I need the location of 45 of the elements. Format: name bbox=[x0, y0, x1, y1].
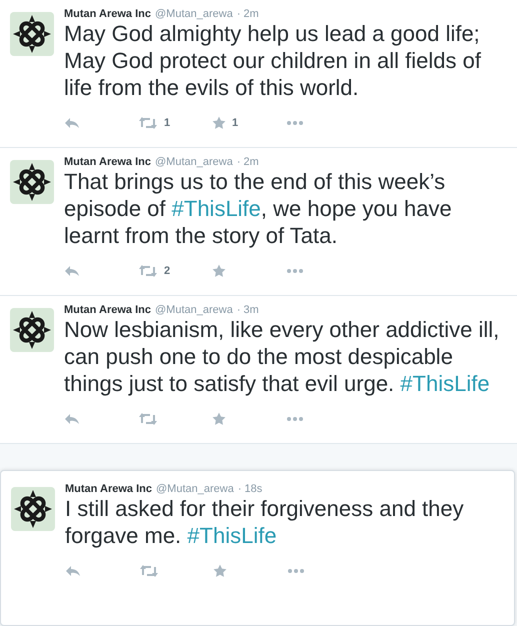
retweet-count: 2 bbox=[164, 265, 170, 277]
tweet-time[interactable]: · 18s bbox=[238, 483, 262, 495]
reply-icon bbox=[65, 565, 81, 577]
retweet-count: 1 bbox=[164, 117, 170, 129]
tweet-time[interactable]: · 3m bbox=[236, 304, 259, 316]
author-handle[interactable]: @Mutan_arewa bbox=[155, 304, 233, 316]
favorite-count: 1 bbox=[232, 117, 238, 129]
star-icon bbox=[212, 116, 226, 130]
author-handle[interactable]: @Mutan_arewa bbox=[156, 483, 234, 495]
favorite-button[interactable]: 1 bbox=[212, 116, 286, 130]
author-name[interactable]: Mutan Arewa Inc bbox=[64, 8, 151, 20]
avatar-logo-icon[interactable] bbox=[10, 12, 54, 56]
hashtag-link[interactable]: #ThisLife bbox=[400, 371, 490, 396]
retweet-icon bbox=[138, 117, 158, 129]
tweet-text: Now lesbianism, like every other addictive ill, can push one to do the most despicable things just to satisfy that evil urge. #ThisLife bbox=[64, 316, 500, 397]
tweet-text: May God almighty help us lead a good life; May God protect our children in all fields of life from the evils of this world. bbox=[64, 20, 482, 101]
avatar-logo-icon[interactable] bbox=[10, 308, 54, 352]
author-name[interactable]: Mutan Arewa Inc bbox=[65, 483, 152, 495]
retweet-icon bbox=[139, 565, 159, 577]
author-handle[interactable]: @Mutan_arewa bbox=[155, 156, 233, 168]
author-name[interactable]: Mutan Arewa Inc bbox=[64, 304, 151, 316]
reply-icon bbox=[64, 265, 80, 277]
author-name[interactable]: Mutan Arewa Inc bbox=[64, 156, 151, 168]
hashtag-link[interactable]: #ThisLife bbox=[187, 523, 277, 548]
more-icon bbox=[287, 568, 305, 574]
author-handle[interactable]: @Mutan_arewa bbox=[155, 8, 233, 20]
star-icon bbox=[212, 412, 226, 426]
star-icon bbox=[212, 264, 226, 278]
tweet-text: I still asked for their forgiveness and they forgave me. #ThisLife bbox=[65, 495, 465, 549]
retweet-button[interactable]: 2 bbox=[138, 265, 212, 277]
more-icon bbox=[286, 416, 304, 422]
retweet-button[interactable]: 1 bbox=[138, 117, 212, 129]
avatar-logo-icon[interactable] bbox=[10, 160, 54, 204]
star-icon bbox=[213, 564, 227, 578]
more-icon bbox=[286, 268, 304, 274]
tweet-text: That brings us to the end of this week’s episode of #ThisLife, we hope you have learnt from the story of Tata. bbox=[64, 168, 453, 249]
avatar-logo-icon[interactable] bbox=[11, 487, 55, 531]
reply-icon bbox=[64, 413, 80, 425]
more-icon bbox=[286, 120, 304, 126]
retweet-icon bbox=[138, 265, 158, 277]
tweet-time[interactable]: · 2m bbox=[236, 8, 259, 20]
reply-icon bbox=[64, 117, 80, 129]
retweet-icon bbox=[138, 413, 158, 425]
tweet-time[interactable]: · 2m bbox=[236, 156, 259, 168]
hashtag-link[interactable]: #ThisLife bbox=[172, 196, 261, 221]
